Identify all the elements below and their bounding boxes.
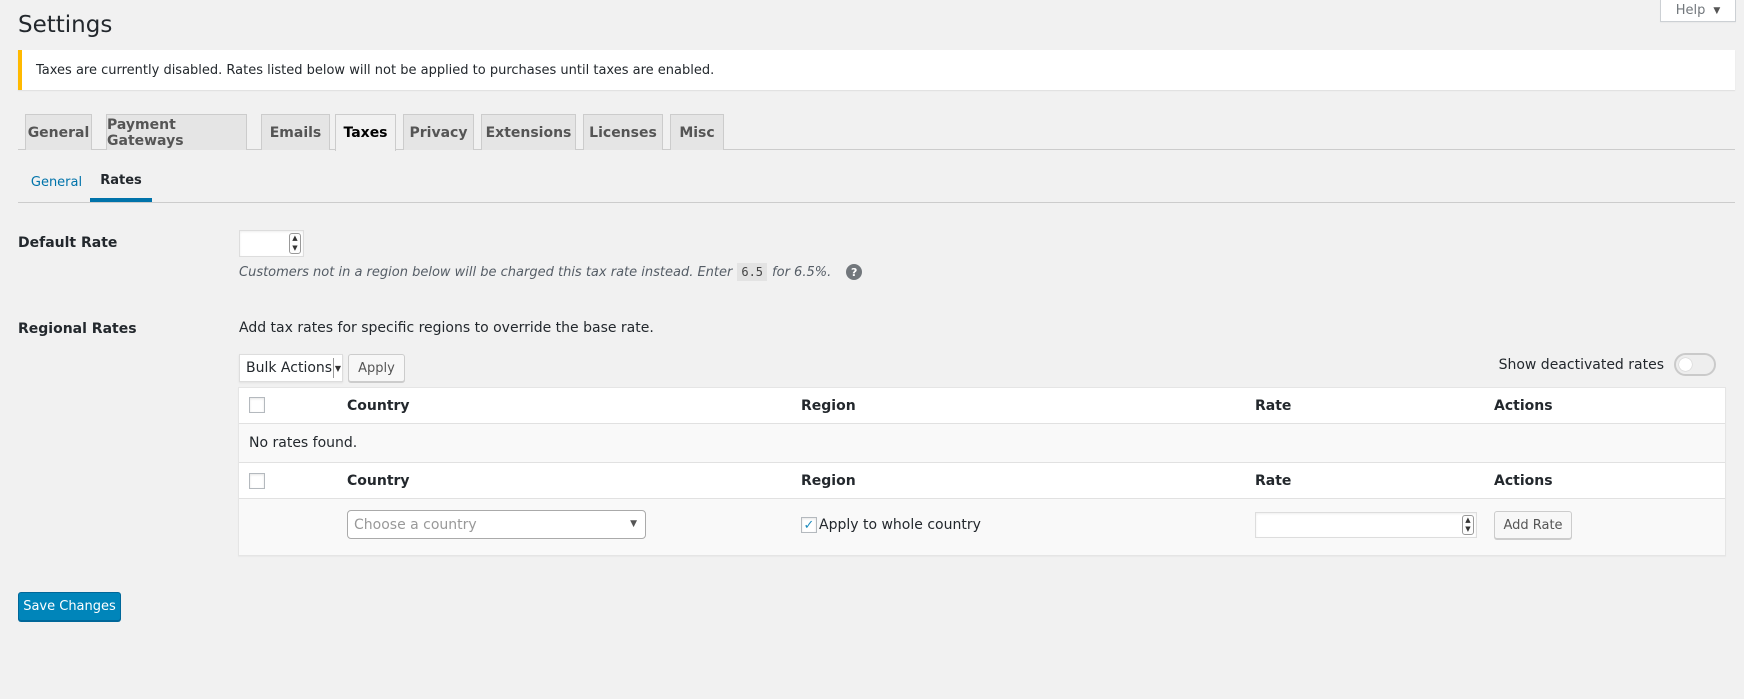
table-header-row: Country Region Rate Actions: [239, 388, 1725, 424]
caret-down-icon: ▼: [1713, 5, 1721, 16]
tab-label: Emails: [269, 124, 322, 141]
apply-button[interactable]: Apply: [348, 354, 405, 382]
taxes-disabled-notice: Taxes are currently disabled. Rates list…: [18, 50, 1735, 90]
apply-label: Apply: [358, 360, 395, 376]
chevron-down-icon: ▼: [333, 358, 342, 378]
subtab-general[interactable]: General: [29, 162, 84, 202]
column-footer-country: Country: [347, 472, 410, 489]
tax-rates-table: Country Region Rate Actions No rates fou…: [238, 387, 1726, 556]
add-rate-button[interactable]: Add Rate: [1494, 511, 1572, 539]
settings-tabs: General Payment Gateways Emails Taxes Pr…: [18, 114, 1735, 151]
country-placeholder: Choose a country: [354, 516, 477, 533]
tax-subtabs: General Rates: [18, 162, 1735, 203]
empty-row: No rates found.: [239, 424, 1725, 463]
column-footer-rate: Rate: [1255, 472, 1292, 489]
number-spinner[interactable]: ▲ ▼: [1462, 515, 1474, 535]
bulk-actions-value: Bulk Actions: [246, 360, 333, 376]
no-rates-message: No rates found.: [249, 435, 358, 451]
description-text: Customers not in a region below will be …: [239, 264, 733, 280]
description-text-after: for 6.5%.: [772, 264, 832, 280]
table-footer-row: Country Region Rate Actions: [239, 463, 1725, 499]
toggle-knob: [1679, 358, 1692, 371]
apply-whole-country-checkbox[interactable]: ✓: [801, 517, 817, 533]
tab-payment-gateways[interactable]: Payment Gateways: [106, 114, 247, 150]
tab-label: Taxes: [343, 125, 388, 141]
help-tab-label: Help: [1675, 3, 1706, 18]
page-title: Settings: [18, 12, 113, 38]
help-tab-button[interactable]: Help ▼: [1660, 0, 1736, 22]
checkmark-icon: ✓: [803, 517, 815, 533]
spin-up-icon: ▲: [1465, 516, 1471, 524]
tab-label: General: [27, 124, 90, 141]
notice-text: Taxes are currently disabled. Rates list…: [36, 62, 715, 78]
rate-input[interactable]: ▲ ▼: [1255, 512, 1477, 538]
tab-privacy[interactable]: Privacy: [403, 114, 474, 150]
tab-label: Privacy: [409, 124, 468, 141]
apply-whole-country-label: Apply to whole country: [819, 517, 981, 533]
chevron-down-icon: ▼: [630, 519, 637, 529]
tab-licenses[interactable]: Licenses: [583, 114, 663, 150]
bulk-actions-select[interactable]: Bulk Actions ▼: [239, 354, 343, 382]
spin-down-icon: ▼: [1465, 525, 1471, 533]
save-changes-label: Save Changes: [23, 599, 116, 614]
show-deactivated-toggle[interactable]: [1674, 353, 1716, 376]
select-all-checkbox[interactable]: [249, 397, 265, 413]
show-deactivated-control: Show deactivated rates: [1499, 353, 1716, 376]
tab-label: Payment Gateways: [107, 116, 184, 149]
column-header-rate: Rate: [1255, 397, 1292, 414]
default-rate-input[interactable]: ▲ ▼: [239, 230, 304, 257]
tab-emails[interactable]: Emails: [261, 114, 330, 150]
column-header-region: Region: [801, 397, 856, 414]
country-select[interactable]: Choose a country ▼: [347, 510, 646, 539]
default-rate-description: Customers not in a region below will be …: [239, 263, 863, 281]
save-changes-button[interactable]: Save Changes: [18, 592, 121, 621]
subtab-label: Rates: [100, 172, 142, 188]
select-all-checkbox-footer[interactable]: [249, 473, 265, 489]
regional-rates-label: Regional Rates: [18, 321, 137, 337]
tab-taxes[interactable]: Taxes: [335, 114, 396, 151]
spin-down-icon: ▼: [292, 243, 298, 252]
regional-rates-description: Add tax rates for specific regions to ov…: [239, 320, 654, 336]
subtab-rates[interactable]: Rates: [90, 162, 152, 202]
column-footer-actions: Actions: [1494, 472, 1553, 489]
add-rate-label: Add Rate: [1503, 517, 1563, 533]
help-tooltip-icon[interactable]: ?: [846, 264, 863, 280]
spin-up-icon: ▲: [292, 234, 298, 243]
tab-extensions[interactable]: Extensions: [481, 114, 576, 150]
number-spinner[interactable]: ▲ ▼: [289, 233, 301, 254]
tab-general[interactable]: General: [25, 114, 92, 150]
add-rate-row: Choose a country ▼ ✓ Apply to whole coun…: [239, 499, 1725, 555]
tab-label: Extensions: [485, 124, 572, 141]
column-footer-region: Region: [801, 472, 856, 489]
subtab-label: General: [30, 174, 83, 190]
apply-whole-country-control: ✓ Apply to whole country: [801, 517, 981, 533]
tab-label: Licenses: [589, 124, 657, 141]
tab-label: Misc: [679, 124, 715, 141]
default-rate-label: Default Rate: [18, 235, 118, 251]
example-code: 6.5: [737, 263, 768, 281]
column-header-actions: Actions: [1494, 397, 1553, 414]
tab-misc[interactable]: Misc: [670, 114, 724, 150]
show-deactivated-label: Show deactivated rates: [1498, 356, 1664, 373]
column-header-country: Country: [347, 397, 410, 414]
